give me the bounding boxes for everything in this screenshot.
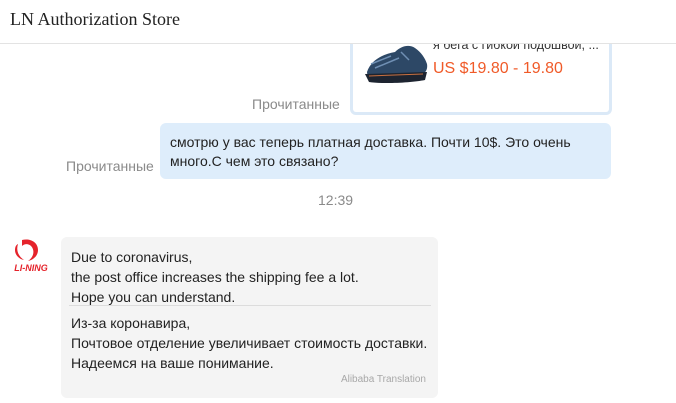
translation-provider-label: Alibaba Translation [340, 374, 426, 385]
outgoing-message-bubble: смотрю у вас теперь платная доставка. По… [160, 123, 611, 179]
avatar-logo-text: LI-NING [14, 263, 48, 273]
message-line: Hope you can understand. [71, 289, 236, 305]
message-original-text: Due to coronavirus, the post office incr… [71, 247, 431, 307]
outgoing-message-text: смотрю у вас теперь платная доставка. По… [170, 133, 600, 171]
message-line: Почтовое отделение увеличивает стоимость… [71, 335, 428, 351]
message-line: Надеемся на ваше понимание. [71, 355, 274, 371]
message-translated-text: Из-за коронавира, Почтовое отделение уве… [71, 313, 431, 373]
outgoing-line: много.С чем это связано? [170, 153, 339, 169]
read-status-1: Прочитанные [252, 96, 340, 112]
chat-header: LN Authorization Store [0, 0, 676, 44]
translation-divider [69, 305, 431, 306]
message-line: the post office increases the shipping f… [71, 269, 359, 285]
message-line: Due to coronavirus, [71, 249, 193, 265]
outgoing-line: смотрю у вас теперь платная доставка. По… [170, 134, 571, 150]
timestamp: 12:39 [318, 192, 354, 208]
message-line: Из-за коронавира, [71, 315, 191, 331]
product-price: US $19.80 - 19.80 [433, 60, 563, 77]
li-ning-logo-avatar: LI-NING [14, 239, 48, 273]
product-shoe-image [365, 45, 428, 84]
read-status-2: Прочитанные [66, 158, 154, 174]
store-title: LN Authorization Store [10, 9, 180, 29]
incoming-message-bubble: Due to coronavirus, the post office incr… [61, 237, 438, 398]
